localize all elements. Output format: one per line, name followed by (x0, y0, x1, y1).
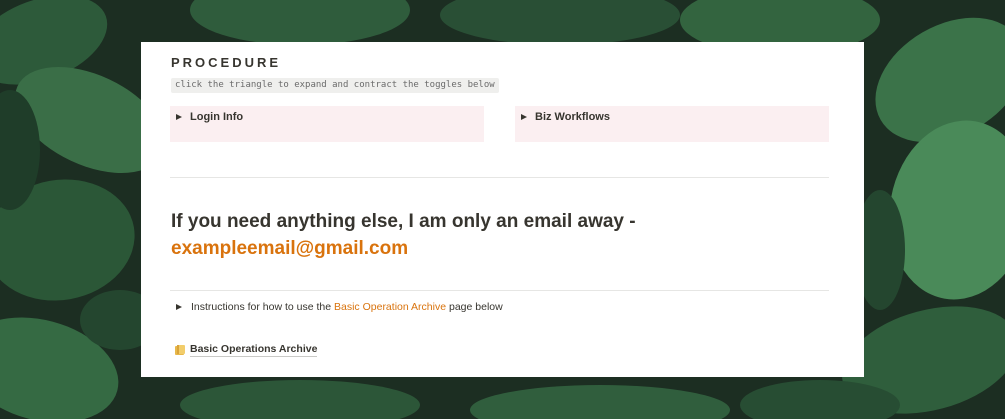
toggle-biz-workflows[interactable]: Biz Workflows (515, 106, 829, 142)
basic-operation-archive-link[interactable]: Basic Operation Archive (334, 301, 446, 313)
email-link[interactable]: exampleemail@gmail.com (171, 238, 408, 259)
contact-heading: If you need anything else, I am only an … (171, 208, 811, 262)
instructions-prefix: Instructions for how to use the (191, 301, 332, 313)
toggle-instructions[interactable]: Instructions for how to use the Basic Op… (175, 301, 503, 313)
folder-icon (174, 344, 186, 356)
basic-operations-archive-page-link[interactable]: Basic Operations Archive (174, 343, 318, 357)
toggle-login-info[interactable]: Login Info (170, 106, 484, 142)
divider (170, 290, 829, 291)
instructions-suffix: page below (448, 301, 503, 313)
triangle-right-icon[interactable] (521, 114, 527, 120)
toggle-biz-workflows-label: Biz Workflows (535, 111, 610, 123)
triangle-right-icon[interactable] (176, 304, 182, 310)
contact-text: If you need anything else, I am only an … (171, 211, 636, 232)
toggle-login-info-label: Login Info (190, 111, 244, 123)
procedure-heading: PROCEDURE (171, 55, 282, 70)
triangle-right-icon[interactable] (176, 114, 182, 120)
archive-page-label: Basic Operations Archive (190, 343, 318, 357)
divider (170, 177, 829, 178)
notion-page-card: PROCEDURE click the triangle to expand a… (141, 42, 864, 377)
instruction-code-hint: click the triangle to expand and contrac… (171, 78, 499, 93)
